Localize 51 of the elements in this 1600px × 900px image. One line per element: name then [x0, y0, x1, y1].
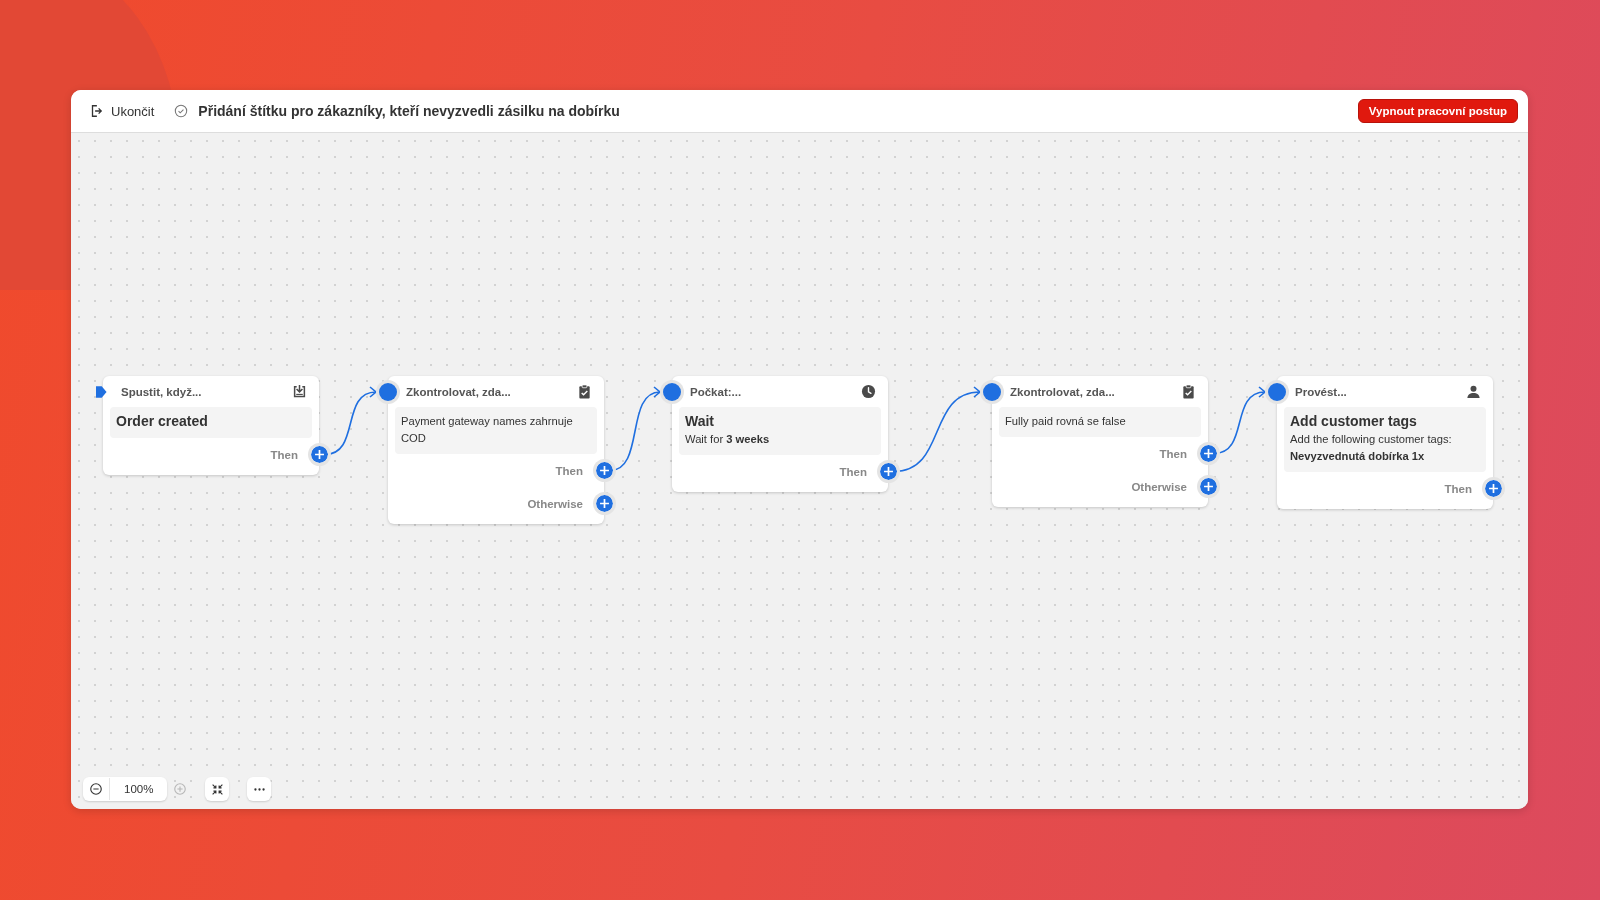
node-text: Nevyzvednutá dobírka 1x [1290, 449, 1426, 464]
node-heading: Počkat:... [690, 385, 743, 398]
trigger-flag-icon [96, 384, 109, 400]
workflow-node-card[interactable]: Spustit, když... Order created Then [103, 376, 319, 475]
exit-button[interactable]: Ukončit [87, 101, 157, 121]
node-text: Fully paid rovná se false [1005, 414, 1127, 429]
branch-label: Then [839, 465, 867, 478]
node-heading: Provést... [1295, 385, 1348, 398]
clipboard-check-icon [577, 384, 592, 399]
workflow-node-card[interactable]: Zkontrolovat, zda... Payment gateway names zahrnuje COD Then Otherwise [388, 376, 604, 524]
node-title: Wait [685, 413, 716, 429]
input-dot[interactable] [379, 383, 397, 401]
branch-label: Then [1444, 482, 1472, 495]
input-dot[interactable] [983, 383, 1001, 401]
branch-label: Then [1159, 447, 1187, 460]
zoom-level: 100% [109, 778, 168, 800]
node-heading: Spustit, když... [121, 385, 203, 398]
add-step-icon[interactable] [596, 462, 613, 479]
workflow-title: Přidání štítku pro zákazníky, kteří nevyzvedli zásilku na dobírku [198, 103, 620, 119]
node-heading: Zkontrolovat, zda... [1010, 385, 1116, 398]
collapse-arrows-icon [210, 782, 224, 796]
clipboard-check-icon [1181, 384, 1196, 399]
add-step-icon[interactable] [1200, 478, 1217, 495]
input-dot[interactable] [663, 383, 681, 401]
node-title: Order created [116, 413, 209, 429]
node-heading: Zkontrolovat, zda... [406, 385, 512, 398]
person-icon [1466, 384, 1481, 399]
node-title: Add customer tags [1290, 413, 1418, 429]
more-button[interactable] [247, 777, 272, 801]
add-step-icon[interactable] [311, 446, 328, 463]
add-step-icon[interactable] [880, 463, 897, 480]
clock-icon [861, 384, 876, 399]
add-step-icon[interactable] [596, 495, 613, 512]
workflow-node-card[interactable]: Počkat:... Wait Wait for 3 weeks Then [672, 376, 888, 492]
branch-label: Otherwise [527, 497, 583, 510]
node-text: Wait for 3 weeks [685, 432, 771, 447]
workflow-node-card[interactable]: Provést... Add customer tags Add the following customer tags: Nevyzvednutá dobírka 1x Then [1277, 376, 1493, 509]
check-circle-icon [174, 104, 189, 118]
branch-label: Otherwise [1131, 480, 1187, 493]
fit-view-button[interactable] [205, 777, 230, 801]
branch-label: Then [555, 464, 583, 477]
branch-label: Then [270, 448, 298, 461]
download-tray-icon [292, 384, 307, 399]
add-step-icon[interactable] [1485, 480, 1502, 497]
add-step-icon[interactable] [1200, 445, 1217, 462]
turn-off-button[interactable]: Vypnout pracovní postup [1357, 99, 1518, 123]
node-text: Payment gateway names zahrnuje COD [401, 414, 574, 446]
input-dot[interactable] [1268, 383, 1286, 401]
node-text: Add the following customer tags: [1290, 432, 1453, 447]
workflow-node-card[interactable]: Zkontrolovat, zda... Fully paid rovná se false Then Otherwise [992, 376, 1208, 507]
exit-icon [89, 104, 103, 118]
